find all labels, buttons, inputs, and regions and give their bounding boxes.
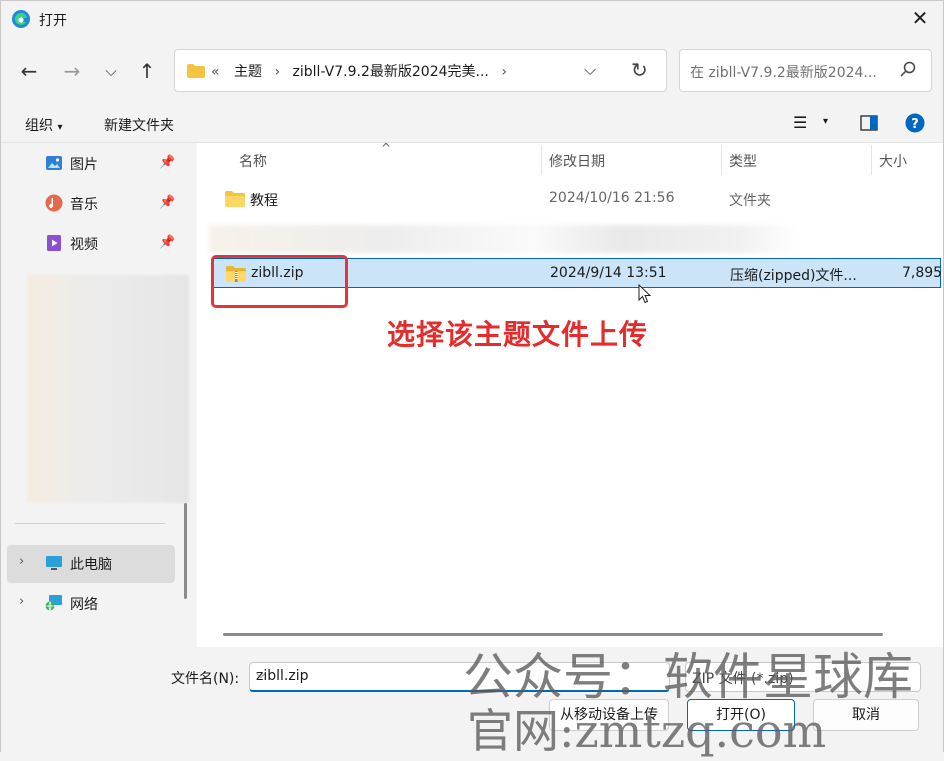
command-bar: 组织 ▾ 新建文件夹 ☰ ▾ ? bbox=[1, 105, 943, 143]
up-button[interactable]: ↑ bbox=[135, 59, 159, 83]
breadcrumb-item[interactable]: zibll-V7.9.2最新版2024完美... bbox=[293, 64, 489, 80]
column-divider[interactable] bbox=[871, 145, 872, 175]
annotation-text: 选择该主题文件上传 bbox=[387, 318, 649, 351]
sidebar-item-music[interactable]: 音乐 📌 bbox=[1, 185, 177, 221]
search-input[interactable]: 在 zibll-V7.9.2最新版2024... bbox=[690, 62, 877, 82]
breadcrumb-item[interactable]: 主题 bbox=[234, 64, 262, 80]
network-icon bbox=[45, 595, 62, 611]
pin-icon[interactable]: 📌 bbox=[159, 235, 175, 250]
sidebar-divider bbox=[15, 523, 165, 524]
blurred-region bbox=[209, 225, 799, 253]
svg-text:?: ? bbox=[911, 117, 919, 132]
sidebar-item-pictures[interactable]: 图片 📌 bbox=[1, 145, 177, 181]
organize-button[interactable]: 组织 ▾ bbox=[25, 115, 62, 135]
folder-icon bbox=[187, 64, 205, 78]
breadcrumb-overflow[interactable]: « bbox=[211, 64, 220, 80]
close-button[interactable]: ✕ bbox=[909, 7, 931, 29]
videos-icon bbox=[47, 235, 61, 251]
sidebar-item-label: 图片 bbox=[70, 157, 98, 173]
search-icon bbox=[900, 61, 916, 77]
pin-icon[interactable]: 📌 bbox=[159, 155, 175, 170]
pin-icon[interactable]: 📌 bbox=[159, 195, 175, 210]
file-row-folder[interactable]: 教程 2024/10/16 21:56 文件夹 bbox=[213, 184, 941, 214]
organize-label: 组织 bbox=[25, 118, 53, 134]
new-folder-button[interactable]: 新建文件夹 bbox=[104, 115, 174, 135]
forward-button[interactable]: → bbox=[60, 59, 84, 83]
column-type[interactable]: 类型 bbox=[729, 151, 757, 171]
refresh-icon[interactable]: ↻ bbox=[631, 58, 648, 82]
sidebar-scrollbar[interactable] bbox=[184, 503, 187, 599]
chevron-right-icon[interactable]: › bbox=[19, 554, 24, 569]
back-button[interactable]: ← bbox=[17, 59, 41, 83]
title-bar: 打开 ✕ bbox=[1, 1, 943, 37]
sort-ascending-icon: ^ bbox=[381, 141, 392, 155]
sidebar-item-label: 此电脑 bbox=[70, 557, 112, 573]
file-size: 7,895 bbox=[902, 265, 943, 281]
watermark-text: 官网:zmtzq.com bbox=[467, 704, 827, 758]
window-title: 打开 bbox=[39, 13, 67, 29]
music-icon bbox=[45, 194, 63, 212]
file-type: 文件夹 bbox=[729, 193, 771, 209]
sidebar-item-label: 视频 bbox=[70, 237, 98, 253]
horizontal-scrollbar[interactable] bbox=[223, 633, 883, 636]
computer-icon bbox=[46, 556, 62, 570]
file-name: 教程 bbox=[250, 193, 278, 209]
sidebar-item-videos[interactable]: 视频 📌 bbox=[1, 225, 177, 261]
search-box[interactable]: 在 zibll-V7.9.2最新版2024... bbox=[679, 49, 932, 92]
pictures-icon bbox=[46, 156, 62, 170]
chevron-right-icon[interactable]: › bbox=[19, 594, 24, 609]
sidebar-item-this-pc[interactable]: › 此电脑 bbox=[7, 545, 175, 583]
folder-icon bbox=[225, 191, 245, 207]
address-dropdown-icon[interactable]: ⌵ bbox=[584, 60, 596, 80]
file-modified: 2024/10/16 21:56 bbox=[549, 190, 675, 206]
help-icon[interactable]: ? bbox=[905, 113, 925, 133]
sidebar-item-label: 音乐 bbox=[70, 197, 98, 213]
sidebar-item-network[interactable]: › 网络 bbox=[1, 585, 177, 621]
file-list: ^ 名称 修改日期 类型 大小 教程 2024/10/16 21:56 文件夹 bbox=[197, 141, 943, 647]
chevron-right-icon[interactable]: › bbox=[501, 64, 507, 80]
column-divider[interactable] bbox=[541, 145, 542, 175]
chevron-right-icon: › bbox=[274, 64, 281, 80]
breadcrumb: « 主题 › zibll-V7.9.2最新版2024完美... › bbox=[211, 61, 515, 81]
recent-locations-button[interactable]: ⌵ bbox=[99, 59, 123, 83]
preview-pane-icon[interactable] bbox=[860, 115, 878, 131]
file-type: 压缩(zipped)文件... bbox=[730, 268, 857, 284]
column-divider[interactable] bbox=[721, 145, 722, 175]
file-modified: 2024/9/14 13:51 bbox=[550, 265, 667, 281]
filename-label: 文件名(N): bbox=[171, 671, 240, 687]
sidebar-item-label: 网络 bbox=[70, 597, 98, 613]
navigation-pane: 图片 📌 音乐 📌 视频 📌 › 此电脑 › 网络 bbox=[1, 143, 191, 647]
column-size[interactable]: 大小 bbox=[879, 151, 907, 171]
blurred-region bbox=[27, 275, 189, 503]
view-dropdown-icon[interactable]: ▾ bbox=[823, 116, 828, 127]
highlight-box bbox=[211, 255, 348, 308]
view-list-icon[interactable]: ☰ bbox=[793, 113, 807, 132]
edge-icon bbox=[12, 10, 30, 28]
column-modified[interactable]: 修改日期 bbox=[549, 151, 605, 171]
navigation-bar: ← → ⌵ ↑ « 主题 › zibll-V7.9.2最新版2024完美... … bbox=[1, 37, 943, 105]
column-header: ^ 名称 修改日期 类型 大小 bbox=[197, 141, 943, 175]
column-name[interactable]: 名称 bbox=[239, 151, 267, 171]
address-bar[interactable]: « 主题 › zibll-V7.9.2最新版2024完美... › ⌵ ↻ bbox=[174, 49, 667, 92]
mouse-cursor-icon bbox=[638, 284, 652, 304]
open-file-dialog: 打开 ✕ ← → ⌵ ↑ « 主题 › zibll-V7.9.2最新版2024完… bbox=[0, 0, 944, 758]
